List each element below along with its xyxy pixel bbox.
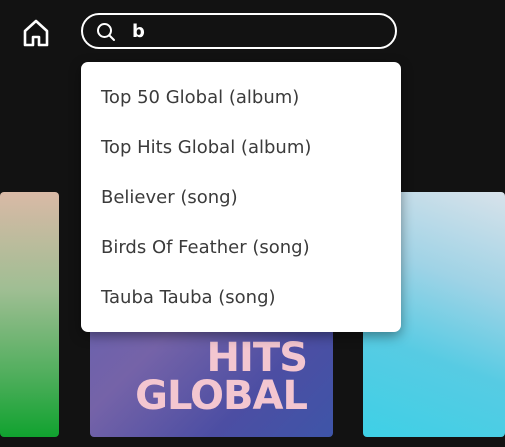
search-input[interactable] — [132, 19, 382, 43]
suggestion-item-top-50-global[interactable]: Top 50 Global (album) — [81, 73, 401, 123]
suggestion-item-birds-of-feather[interactable]: Birds Of Feather (song) — [81, 223, 401, 273]
album-cover-title-line2: GLOBAL — [135, 373, 308, 419]
search-icon — [96, 22, 116, 42]
home-button[interactable] — [21, 18, 51, 48]
suggestion-item-believer[interactable]: Believer (song) — [81, 173, 401, 223]
suggestion-item-tauba-tauba[interactable]: Tauba Tauba (song) — [81, 273, 401, 323]
home-icon — [21, 18, 51, 48]
album-cover-title: HITS GLOBAL — [135, 335, 308, 419]
search-suggestions-dropdown: Top 50 Global (album) Top Hits Global (a… — [81, 62, 401, 332]
album-card-left[interactable] — [0, 192, 59, 437]
app-window: HITS GLOBAL Top 50 Global (album) Top Hi… — [0, 0, 505, 447]
album-cover-title-line1: HITS — [206, 335, 308, 381]
suggestion-item-top-hits-global[interactable]: Top Hits Global (album) — [81, 123, 401, 173]
search-bar[interactable] — [81, 13, 397, 49]
